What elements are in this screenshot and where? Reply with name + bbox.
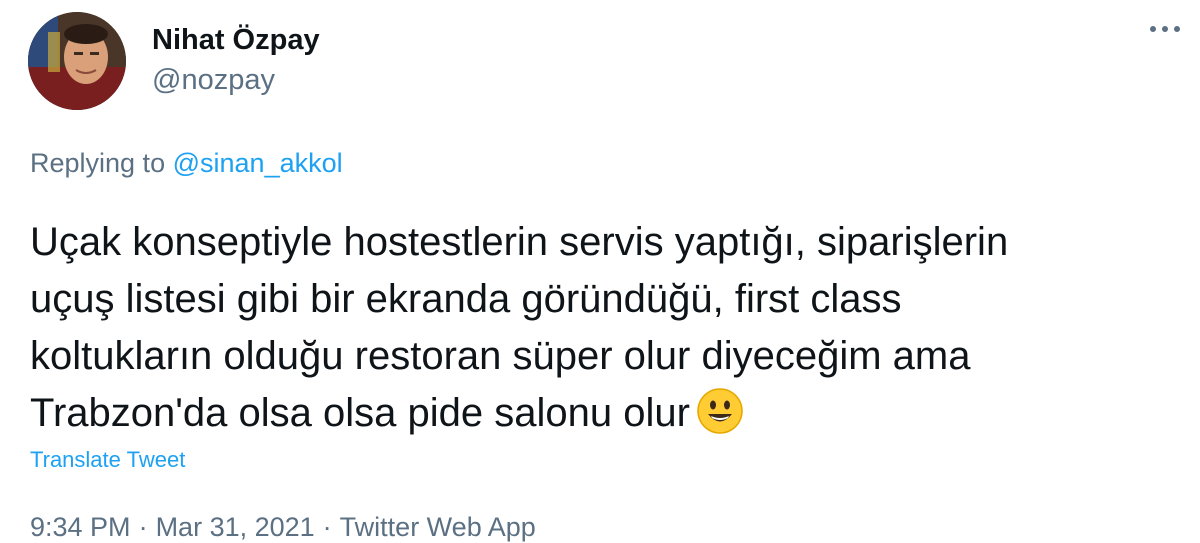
tweet-line-last: Trabzon'da olsa olsa pide salonu olur <box>30 385 1180 442</box>
more-dot <box>1150 26 1156 32</box>
avatar-photo <box>28 12 126 110</box>
author-display-name[interactable]: Nihat Özpay <box>152 24 320 57</box>
more-dot <box>1162 26 1168 32</box>
meta-separator: · <box>322 512 332 542</box>
replying-to: Replying to @sinan_akkol <box>30 148 343 179</box>
tweet-time[interactable]: 9:34 PM <box>30 512 131 542</box>
tweet-source[interactable]: Twitter Web App <box>340 512 536 542</box>
tweet-meta: 9:34 PM · Mar 31, 2021 · Twitter Web App <box>30 512 536 543</box>
tweet-line: Trabzon'da olsa olsa pide salonu olur <box>30 391 690 435</box>
author-handle[interactable]: @nozpay <box>152 64 275 97</box>
tweet-text: Uçak konseptiyle hostestlerin servis yap… <box>30 214 1180 442</box>
meta-separator: · <box>138 512 148 542</box>
reply-mention-link[interactable]: @sinan_akkol <box>173 148 343 178</box>
tweet-date[interactable]: Mar 31, 2021 <box>156 512 315 542</box>
avatar[interactable] <box>28 12 126 110</box>
tweet-line: Uçak konseptiyle hostestlerin servis yap… <box>30 220 1009 264</box>
smiling-face-icon <box>696 387 744 435</box>
translate-tweet-link[interactable]: Translate Tweet <box>30 447 185 473</box>
tweet-line: uçuş listesi gibi bir ekranda göründüğü,… <box>30 277 902 321</box>
tweet-line: koltukların olduğu restoran süper olur d… <box>30 334 971 378</box>
more-options-icon[interactable] <box>1150 26 1180 32</box>
more-dot <box>1174 26 1180 32</box>
replying-to-label: Replying to <box>30 148 166 178</box>
